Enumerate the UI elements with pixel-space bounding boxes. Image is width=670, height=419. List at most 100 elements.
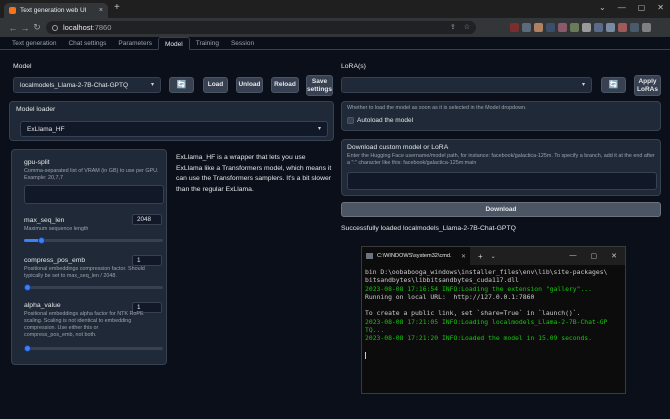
back-icon[interactable]: ← — [8, 23, 18, 33]
loader-params-panel: gpu-split Comma-separated list of VRAM (… — [11, 149, 167, 365]
ui-tab-bar: Text generation Chat settings Parameters Mo… — [0, 37, 670, 50]
site-info-icon[interactable] — [52, 24, 58, 31]
load-button[interactable]: Load — [203, 77, 228, 93]
apply-loras-button[interactable]: Apply LoRAs — [634, 75, 661, 96]
chevron-down-icon[interactable]: ⌄ — [491, 253, 496, 260]
unload-button[interactable]: Unload — [236, 77, 263, 93]
terminal-output[interactable]: bin D:\oobabooga_windows\installer_files… — [362, 265, 625, 364]
extension-icon[interactable] — [630, 23, 639, 32]
close-window-icon[interactable]: ✕ — [657, 3, 664, 12]
share-icon[interactable]: ⇪ — [450, 23, 456, 31]
model-loader-value: ExLlama_HF — [27, 126, 65, 133]
alpha-value-label: alpha_value — [24, 302, 61, 309]
terminal-tab[interactable]: C:\WINDOWS\system32\cmd. ✕ — [362, 247, 470, 265]
terminal-titlebar: C:\WINDOWS\system32\cmd. ✕ + ⌄ — ▢ ✕ — [362, 247, 625, 265]
gpu-split-label: gpu-split — [24, 159, 50, 166]
slider-handle[interactable] — [38, 237, 45, 244]
autoload-panel: Whether to load the model as soon as it … — [341, 101, 661, 131]
window-controls: ⌄ — ▢ ✕ — [599, 3, 664, 12]
tab-parameters[interactable]: Parameters — [112, 37, 158, 50]
tab-text-generation[interactable]: Text generation — [6, 37, 62, 50]
max-seq-len-number[interactable]: 2048 — [132, 214, 162, 225]
extension-icon[interactable] — [582, 23, 591, 32]
refresh-icon: 🔄 — [608, 79, 619, 89]
close-icon[interactable]: ✕ — [461, 253, 466, 260]
compress-pos-emb-number[interactable]: 1 — [132, 255, 162, 266]
terminal-line: 2023-08-08 17:21:05 INFO:Loading localmo… — [365, 317, 608, 326]
model-dropdown-value: localmodels_Llama-2-7B-Chat-GPTQ — [20, 82, 129, 89]
model-loader-panel: Model loader ExLlama_HF ▾ — [9, 101, 334, 141]
tab-model[interactable]: Model — [158, 37, 190, 50]
save-settings-button[interactable]: Save settings — [306, 75, 333, 96]
slider-handle[interactable] — [24, 345, 31, 352]
download-title: Download custom model or LoRA — [347, 144, 449, 151]
extension-icon[interactable] — [510, 23, 519, 32]
extension-icon[interactable] — [594, 23, 603, 32]
extension-icons — [510, 23, 651, 32]
slider-handle[interactable] — [24, 284, 31, 291]
extension-icon[interactable] — [570, 23, 579, 32]
new-tab-button[interactable]: + — [114, 2, 120, 13]
address-port: :7860 — [92, 23, 112, 32]
extension-icon[interactable] — [618, 23, 627, 32]
new-terminal-tab-icon[interactable]: + — [478, 252, 483, 261]
autoload-label: Autoload the model — [357, 117, 414, 124]
forward-icon[interactable]: → — [20, 23, 30, 33]
lora-dropdown[interactable]: ▾ — [341, 77, 592, 93]
extension-icon[interactable] — [522, 23, 531, 32]
download-button[interactable]: Download — [341, 202, 661, 217]
max-seq-len-info: Maximum sequence length — [24, 226, 89, 232]
chevron-down-icon: ▾ — [150, 82, 154, 88]
terminal-line: 2023-08-08 17:21:20 INFO:Loaded the mode… — [365, 334, 593, 343]
chevron-down-icon: ▾ — [317, 126, 321, 132]
model-dropdown[interactable]: localmodels_Llama-2-7B-Chat-GPTQ ▾ — [13, 77, 161, 93]
lora-refresh-button[interactable]: 🔄 — [601, 77, 626, 93]
tab-training[interactable]: Training — [190, 37, 225, 50]
reload-button[interactable]: Reload — [271, 77, 299, 93]
close-window-icon[interactable]: ✕ — [611, 252, 617, 260]
alpha-value-info: Positional embeddings alpha factor for N… — [24, 311, 144, 339]
cmd-icon — [366, 253, 373, 259]
terminal-cursor — [365, 351, 366, 359]
browser-tab[interactable]: Text generation web UI × — [4, 3, 108, 18]
download-panel: Download custom model or LoRA Enter the … — [341, 139, 661, 196]
max-seq-len-slider[interactable] — [24, 237, 163, 244]
autoload-info: Whether to load the model as soon as it … — [347, 105, 527, 111]
extension-icon[interactable] — [546, 23, 555, 32]
maximize-icon[interactable]: ▢ — [591, 252, 598, 260]
tab-search-icon[interactable]: ⌄ — [599, 3, 606, 12]
alpha-value-slider[interactable] — [24, 345, 163, 352]
status-message: Successfully loaded localmodels_Llama-2-… — [341, 225, 516, 232]
browser-tab-strip: Text generation web UI × + ⌄ — ▢ ✕ — [0, 0, 670, 18]
extension-icon[interactable] — [606, 23, 615, 32]
close-tab-icon[interactable]: × — [99, 7, 103, 14]
extension-icon[interactable] — [642, 23, 651, 32]
address-host: localhost — [63, 23, 93, 32]
model-refresh-button[interactable]: 🔄 — [169, 77, 194, 93]
address-bar[interactable]: localhost :7860 ⇪ ☆ — [46, 21, 476, 34]
extension-icon[interactable] — [558, 23, 567, 32]
favicon-icon — [9, 7, 16, 14]
minimize-icon[interactable]: — — [570, 252, 577, 260]
tab-session[interactable]: Session — [225, 37, 260, 50]
maximize-icon[interactable]: ▢ — [638, 3, 646, 12]
browser-toolbar: ← → ↻ localhost :7860 ⇪ ☆ — [0, 18, 670, 37]
minimize-icon[interactable]: — — [618, 3, 626, 12]
download-input[interactable] — [347, 172, 657, 190]
tab-chat-settings[interactable]: Chat settings — [62, 37, 112, 50]
extension-icon[interactable] — [534, 23, 543, 32]
max-seq-len-label: max_seq_len — [24, 217, 65, 224]
terminal-line: Running on local URL: http://127.0.0.1:7… — [365, 292, 535, 301]
model-label: Model — [13, 63, 32, 70]
model-loader-label: Model loader — [16, 106, 56, 113]
gpu-split-input[interactable] — [24, 185, 164, 204]
bookmark-star-icon[interactable]: ☆ — [464, 23, 470, 31]
autoload-checkbox[interactable] — [347, 117, 354, 124]
terminal-title: C:\WINDOWS\system32\cmd. — [377, 253, 452, 259]
reload-icon[interactable]: ↻ — [32, 22, 42, 33]
terminal-window: C:\WINDOWS\system32\cmd. ✕ + ⌄ — ▢ ✕ bin… — [361, 246, 626, 394]
model-loader-dropdown[interactable]: ExLlama_HF ▾ — [20, 121, 328, 137]
terminal-line: 2023-08-08 17:16:54 INFO:Loading the ext… — [365, 284, 593, 293]
compress-pos-emb-slider[interactable] — [24, 284, 163, 291]
